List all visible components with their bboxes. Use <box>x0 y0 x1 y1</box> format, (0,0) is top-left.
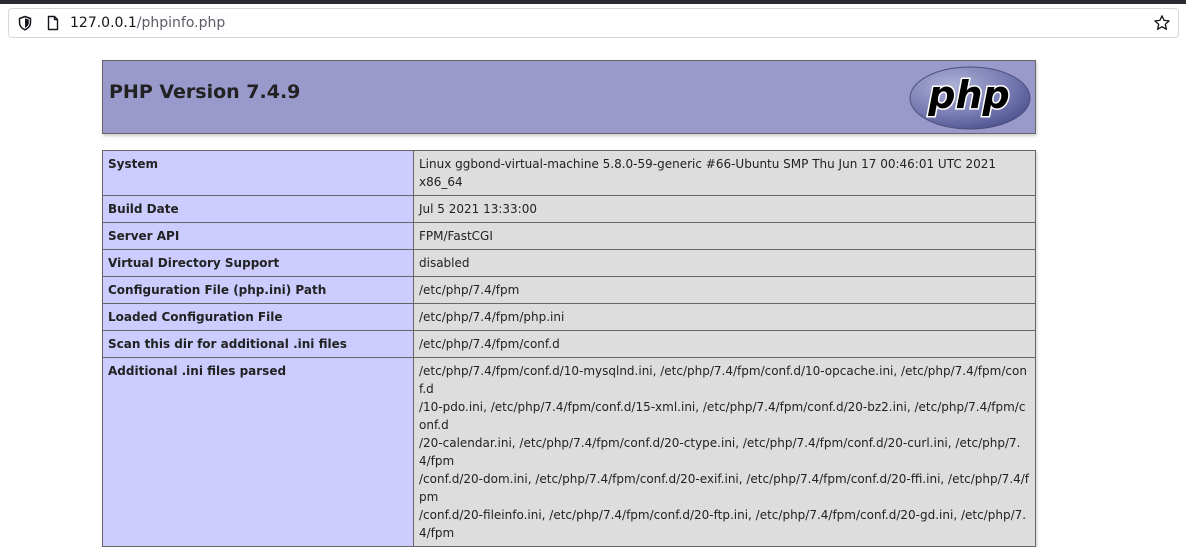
value-line: /conf.d/20-dom.ini, /etc/php/7.4/fpm/con… <box>419 472 1030 504</box>
table-row: Scan this dir for additional .ini files … <box>102 330 1036 358</box>
row-label: Virtual Directory Support <box>102 249 414 277</box>
phpinfo-content: PHP Version 7.4.9 php php System Linux g… <box>102 60 1036 547</box>
table-row: Virtual Directory Support disabled <box>102 249 1036 277</box>
row-label: Build Date <box>102 195 414 223</box>
table-row: Additional .ini files parsed /etc/php/7.… <box>102 357 1036 547</box>
php-logo[interactable]: php php <box>908 66 1032 130</box>
row-label: Additional .ini files parsed <box>102 357 414 547</box>
browser-top-strip <box>0 0 1186 4</box>
value-line: /10-pdo.ini, /etc/php/7.4/fpm/conf.d/15-… <box>419 400 1026 432</box>
value-line: /20-calendar.ini, /etc/php/7.4/fpm/conf.… <box>419 436 1021 468</box>
info-table: System Linux ggbond-virtual-machine 5.8.… <box>102 150 1036 547</box>
table-row: Server API FPM/FastCGI <box>102 222 1036 250</box>
row-label: Server API <box>102 222 414 250</box>
table-row: Loaded Configuration File /etc/php/7.4/f… <box>102 303 1036 331</box>
value-line: /etc/php/7.4/fpm/conf.d/10-mysqlnd.ini, … <box>419 364 1027 396</box>
row-label: Configuration File (php.ini) Path <box>102 276 414 304</box>
address-bar[interactable]: 127.0.0.1/phpinfo.php <box>8 8 1179 38</box>
table-row: Configuration File (php.ini) Path /etc/p… <box>102 276 1036 304</box>
phpinfo-header: PHP Version 7.4.9 php php <box>102 60 1036 134</box>
url-path: /phpinfo.php <box>136 15 226 31</box>
shield-icon[interactable] <box>17 15 33 31</box>
url-host: 127.0.0.1 <box>70 15 137 31</box>
page-icon <box>47 15 59 31</box>
bookmark-star-icon[interactable] <box>1153 14 1171 32</box>
url-text[interactable]: 127.0.0.1/phpinfo.php <box>70 15 225 32</box>
row-value: /etc/php/7.4/fpm/conf.d <box>413 330 1036 358</box>
row-label: Scan this dir for additional .ini files <box>102 330 414 358</box>
row-value: /etc/php/7.4/fpm <box>413 276 1036 304</box>
page-title: PHP Version 7.4.9 <box>109 81 301 103</box>
row-value: Jul 5 2021 13:33:00 <box>413 195 1036 223</box>
row-value: disabled <box>413 249 1036 277</box>
value-line: /conf.d/20-fileinfo.ini, /etc/php/7.4/fp… <box>419 508 1027 540</box>
row-label: Loaded Configuration File <box>102 303 414 331</box>
table-row: System Linux ggbond-virtual-machine 5.8.… <box>102 150 1036 196</box>
row-value: /etc/php/7.4/fpm/conf.d/10-mysqlnd.ini, … <box>413 357 1036 547</box>
table-row: Build Date Jul 5 2021 13:33:00 <box>102 195 1036 223</box>
row-value: FPM/FastCGI <box>413 222 1036 250</box>
php-logo-text: php <box>927 73 1009 117</box>
row-value: /etc/php/7.4/fpm/php.ini <box>413 303 1036 331</box>
row-value: Linux ggbond-virtual-machine 5.8.0-59-ge… <box>413 150 1036 196</box>
row-label: System <box>102 150 414 196</box>
